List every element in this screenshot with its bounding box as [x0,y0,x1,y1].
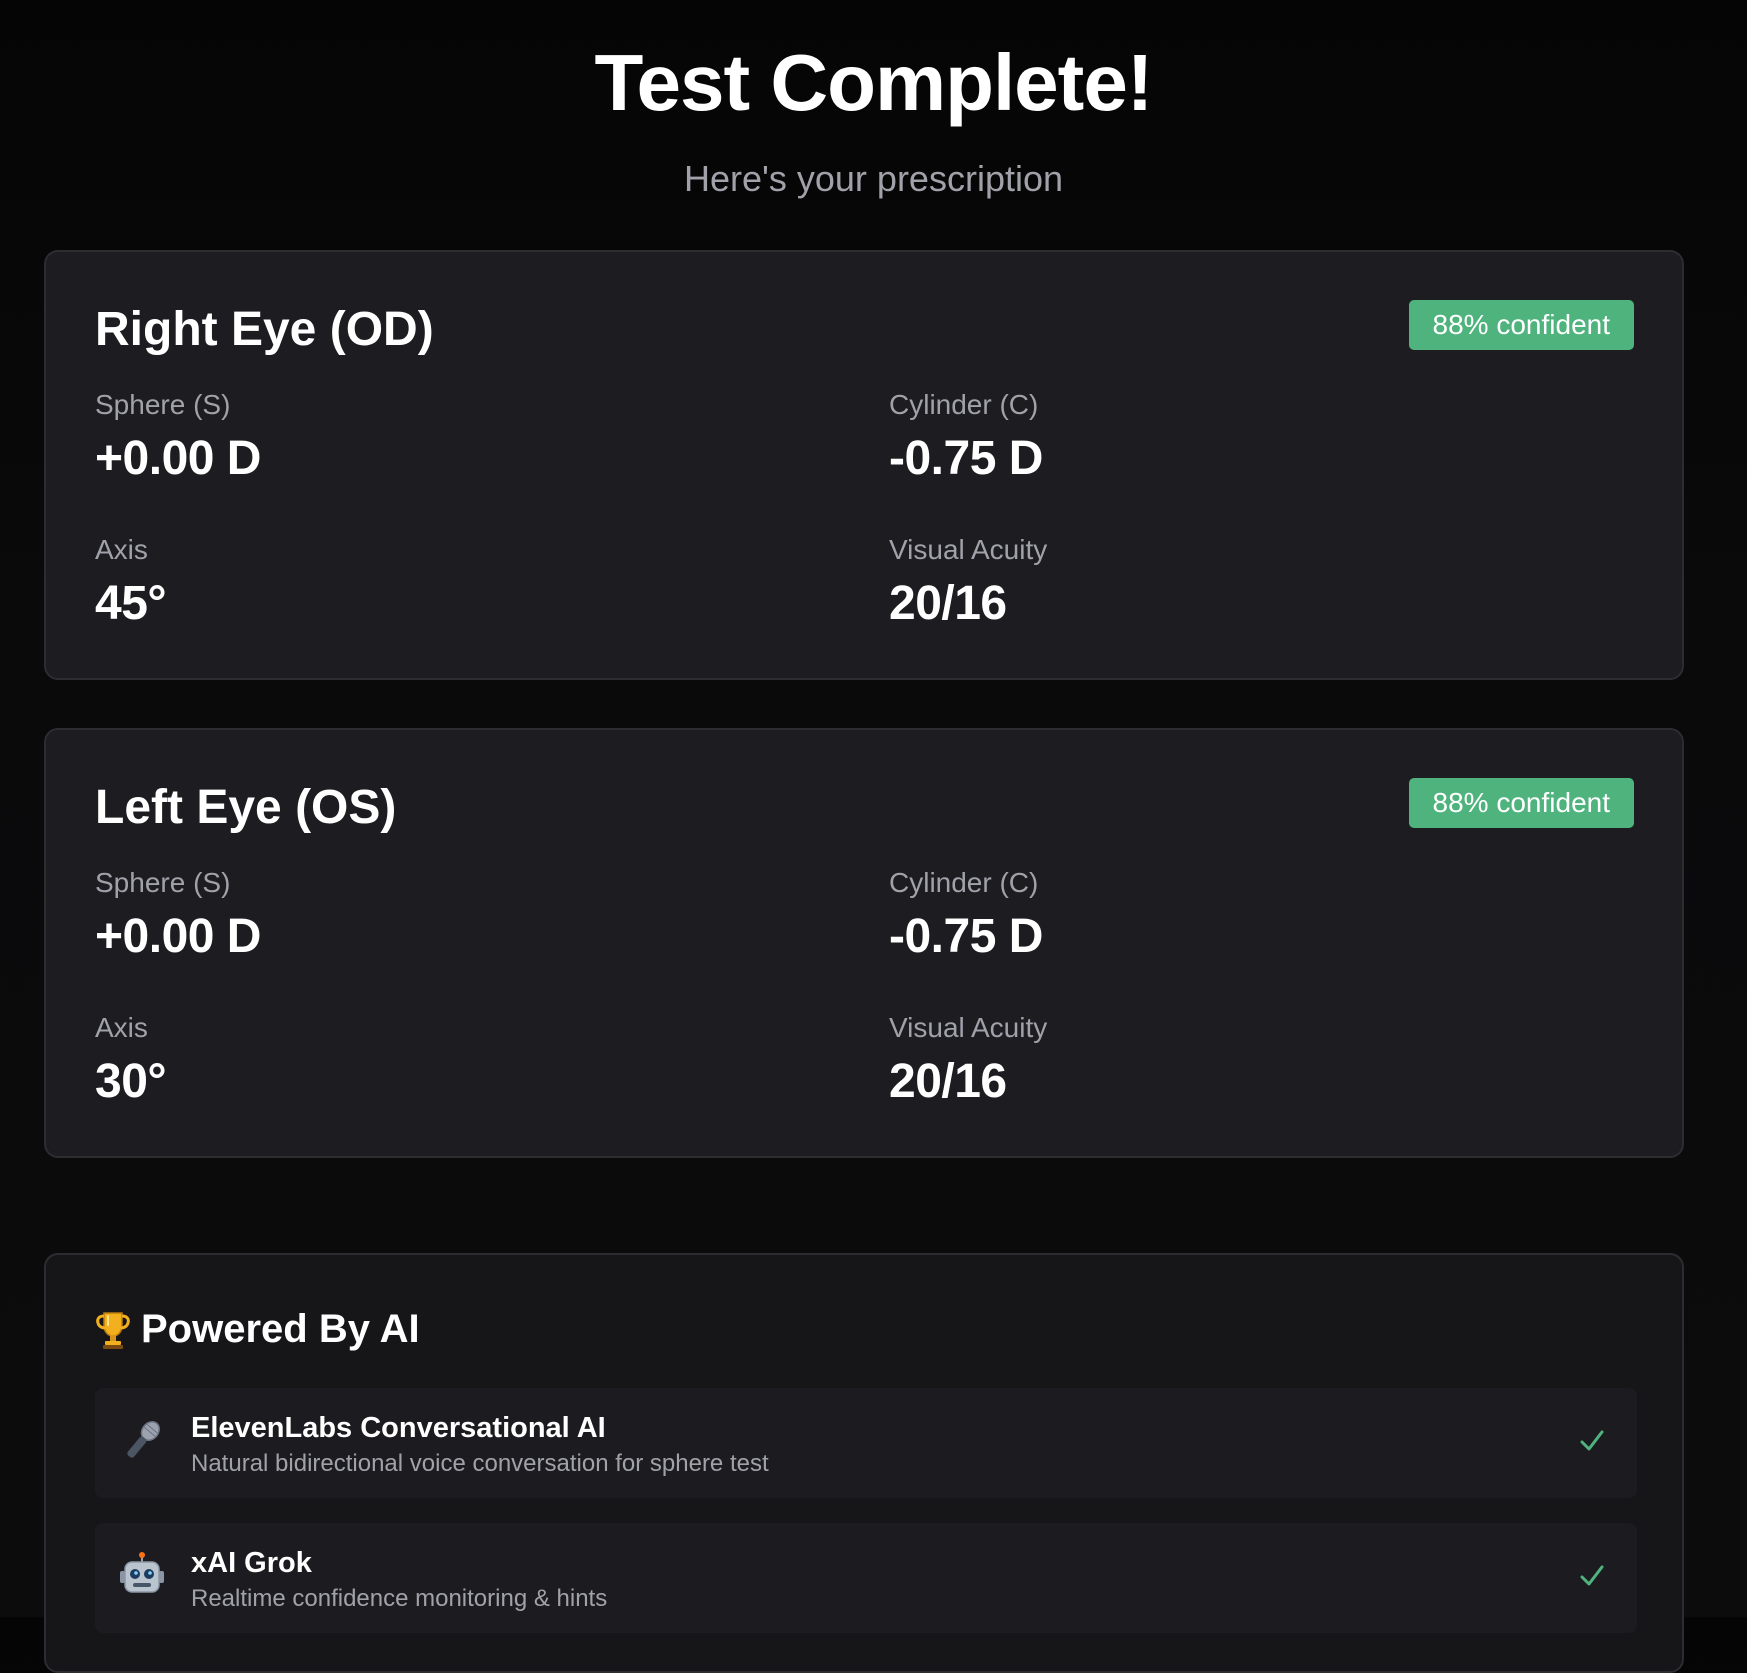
right-eye-card: Right Eye (OD) 88% confident Sphere (S) … [44,250,1684,680]
powered-by-ai-card: Powered By AI ElevenLabs Conversational … [44,1253,1684,1673]
axis-metric: Axis 30° [95,1012,167,1109]
cylinder-value: -0.75 D [889,432,1043,485]
visual-acuity-value: 20/16 [889,577,1007,630]
confidence-badge: 88% confident [1408,778,1634,828]
trophy-icon [95,1310,131,1350]
cylinder-metric: Cylinder (C) -0.75 D [889,389,1043,486]
visual-acuity-value: 20/16 [889,1055,1007,1108]
cylinder-metric: Cylinder (C) -0.75 D [889,867,1043,964]
right-eye-title: Right Eye (OD) [95,303,434,356]
sphere-metric: Sphere (S) +0.00 D [95,867,261,964]
cylinder-value: -0.75 D [889,910,1043,963]
check-icon [1577,1561,1607,1591]
sphere-metric: Sphere (S) +0.00 D [95,389,261,486]
visual-acuity-label: Visual Acuity [889,1012,1048,1043]
visual-acuity-metric: Visual Acuity 20/16 [889,534,1047,631]
ai-service-description: Realtime confidence monitoring & hints [191,1585,608,1612]
left-eye-card: Left Eye (OS) 88% confident Sphere (S) +… [44,728,1684,1158]
robot-icon [117,1551,167,1601]
axis-label: Axis [95,1012,148,1043]
ai-service-item-elevenlabs: ElevenLabs Conversational AI Natural bid… [95,1388,1637,1498]
page-title: Test Complete! [594,38,1154,127]
ai-service-description: Natural bidirectional voice conversation… [191,1450,769,1477]
check-icon [1577,1426,1607,1456]
visual-acuity-label: Visual Acuity [889,534,1048,565]
visual-acuity-metric: Visual Acuity 20/16 [889,1012,1047,1109]
cylinder-label: Cylinder (C) [889,867,1039,898]
axis-value: 45° [95,577,167,630]
ai-service-name: xAI Grok [191,1547,312,1579]
microphone-icon [117,1416,167,1466]
cylinder-label: Cylinder (C) [889,389,1039,420]
ai-service-name: ElevenLabs Conversational AI [191,1412,606,1444]
sphere-value: +0.00 D [95,910,261,963]
confidence-badge: 88% confident [1408,300,1634,350]
axis-value: 30° [95,1055,167,1108]
sphere-value: +0.00 D [95,432,261,485]
powered-by-ai-heading: Powered By AI [95,1307,420,1352]
sphere-label: Sphere (S) [95,389,231,420]
page-header: Test Complete! Here's your prescription [0,0,1747,200]
sphere-label: Sphere (S) [95,867,231,898]
page-subtitle: Here's your prescription [683,158,1064,199]
left-eye-title: Left Eye (OS) [95,781,397,834]
axis-metric: Axis 45° [95,534,167,631]
powered-by-ai-title: Powered By AI [141,1307,420,1351]
axis-label: Axis [95,534,148,565]
